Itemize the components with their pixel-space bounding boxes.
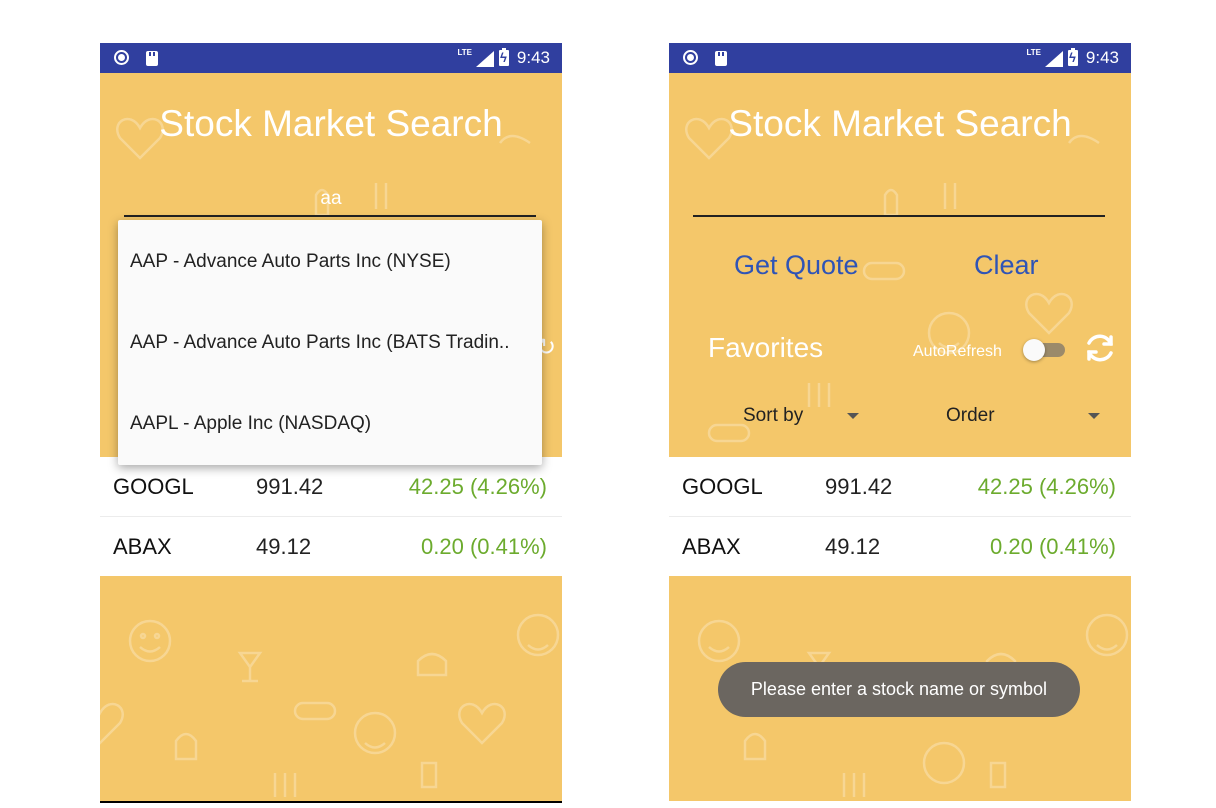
autocomplete-option[interactable]: AAP - Advance Auto Parts Inc (NYSE)	[130, 251, 530, 273]
chevron-down-icon	[1088, 413, 1100, 419]
search-input-underline	[693, 215, 1105, 217]
status-time: 9:43	[516, 48, 550, 67]
autorefresh-switch[interactable]	[1023, 339, 1045, 361]
search-input[interactable]: aa	[100, 188, 562, 210]
favorite-price: 49.12	[825, 534, 881, 559]
favorites-list: GOOGL 991.42 42.25 (4.26%) ABAX 49.12 0.…	[100, 457, 562, 576]
favorite-row[interactable]: ABAX 49.12 0.20 (0.41%)	[669, 517, 1131, 576]
favorite-price: 49.12	[256, 534, 312, 559]
get-quote-button[interactable]: Get Quote	[734, 250, 859, 281]
favorite-symbol: ABAX	[682, 534, 741, 559]
refresh-icon[interactable]	[1083, 331, 1117, 365]
battery-charging-icon	[1068, 48, 1078, 66]
sort-by-dropdown[interactable]: Sort by	[743, 405, 803, 427]
autocomplete-option[interactable]: AAPL - Apple Inc (NASDAQ)	[130, 413, 530, 435]
network-type: LTE	[1026, 48, 1041, 57]
phone-screen-main: LTE 9:43 Stock Market Search Get Quote C…	[669, 43, 1131, 801]
order-dropdown[interactable]: Order	[946, 405, 995, 427]
favorite-symbol: GOOGL	[682, 474, 763, 499]
favorites-heading: Favorites	[708, 332, 824, 363]
clear-button[interactable]: Clear	[974, 250, 1039, 281]
toast-message: Please enter a stock name or symbol	[718, 662, 1080, 717]
sd-card-icon	[146, 51, 158, 66]
record-icon	[114, 50, 129, 65]
sd-card-icon	[715, 51, 727, 66]
favorites-list: GOOGL 991.42 42.25 (4.26%) ABAX 49.12 0.…	[669, 457, 1131, 576]
favorite-change: 42.25 (4.26%)	[408, 474, 547, 499]
battery-charging-icon	[499, 48, 509, 66]
favorite-symbol: GOOGL	[113, 474, 194, 499]
autocomplete-option[interactable]: AAP - Advance Auto Parts Inc (BATS Tradi…	[130, 332, 530, 354]
status-bar: LTE 9:43	[100, 43, 562, 73]
favorite-row[interactable]: ABAX 49.12 0.20 (0.41%)	[100, 517, 562, 576]
signal-icon	[1045, 51, 1063, 67]
search-input-underline	[124, 215, 536, 217]
favorite-row[interactable]: GOOGL 991.42 42.25 (4.26%)	[669, 457, 1131, 517]
app-title: Stock Market Search	[728, 103, 1072, 144]
status-time: 9:43	[1085, 48, 1119, 67]
autorefresh-label: AutoRefresh	[913, 343, 1002, 360]
favorite-price: 991.42	[825, 474, 893, 499]
app-title: Stock Market Search	[159, 103, 503, 144]
favorite-change: 42.25 (4.26%)	[977, 474, 1116, 499]
favorite-price: 991.42	[256, 474, 324, 499]
status-bar: LTE 9:43	[669, 43, 1131, 73]
favorite-symbol: ABAX	[113, 534, 172, 559]
chevron-down-icon	[847, 413, 859, 419]
signal-icon	[476, 51, 494, 67]
record-icon	[683, 50, 698, 65]
network-type: LTE	[457, 48, 472, 57]
favorite-change: 0.20 (0.41%)	[421, 534, 547, 559]
favorite-row[interactable]: GOOGL 991.42 42.25 (4.26%)	[100, 457, 562, 517]
favorite-change: 0.20 (0.41%)	[990, 534, 1116, 559]
autocomplete-dropdown: AAP - Advance Auto Parts Inc (NYSE) AAP …	[118, 220, 542, 465]
